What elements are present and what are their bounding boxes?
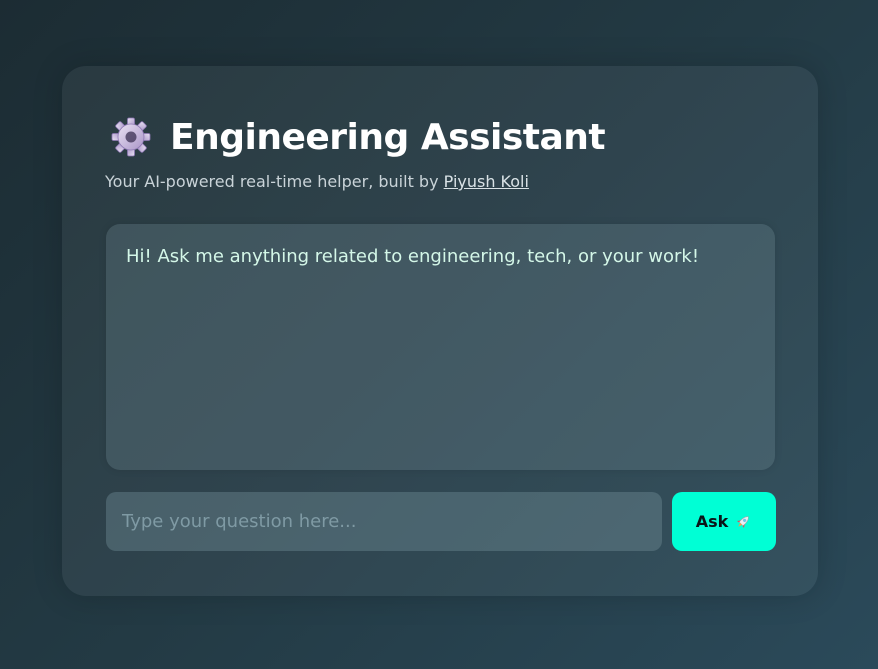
ask-button-label: Ask <box>695 512 729 531</box>
subtitle-text: Your AI-powered real-time helper, built … <box>105 172 444 191</box>
page-title: Engineering Assistant <box>170 116 606 158</box>
chat-box[interactable]: Hi! Ask me anything related to engineeri… <box>106 224 775 470</box>
input-row: Ask <box>106 492 776 551</box>
author-link[interactable]: Piyush Koli <box>444 172 529 191</box>
assistant-message: Hi! Ask me anything related to engineeri… <box>126 246 700 267</box>
gear-icon <box>111 117 151 157</box>
question-input[interactable] <box>106 492 662 551</box>
rocket-icon <box>737 515 749 528</box>
subtitle: Your AI-powered real-time helper, built … <box>105 172 529 191</box>
header: Engineering Assistant <box>110 116 606 158</box>
assistant-card: Engineering Assistant Your AI-powered re… <box>62 66 818 596</box>
ask-button[interactable]: Ask <box>672 492 776 551</box>
